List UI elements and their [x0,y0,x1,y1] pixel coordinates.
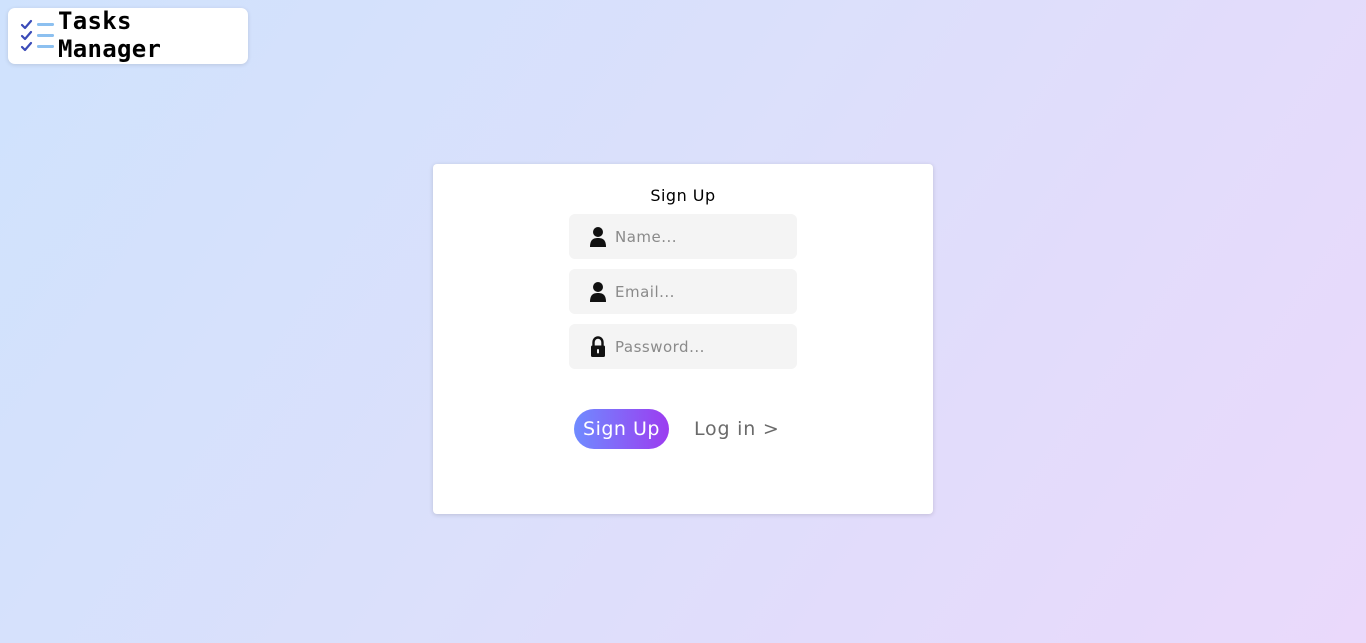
app-logo: Tasks Manager [8,7,248,64]
name-input[interactable] [615,227,785,246]
user-icon [589,281,607,303]
email-field[interactable] [569,269,797,314]
signup-card: Sign Up Sign Up Log in > [433,164,933,514]
form-title: Sign Up [650,186,716,205]
user-icon [589,226,607,248]
log-in-link[interactable]: Log in > [694,418,780,440]
app-title: Tasks Manager [58,7,162,63]
password-field[interactable] [569,324,797,369]
sign-up-button[interactable]: Sign Up [574,409,669,449]
email-input[interactable] [615,282,785,301]
name-field[interactable] [569,214,797,259]
password-input[interactable] [615,337,785,356]
lock-icon [589,335,607,358]
checklist-icon [20,19,56,53]
